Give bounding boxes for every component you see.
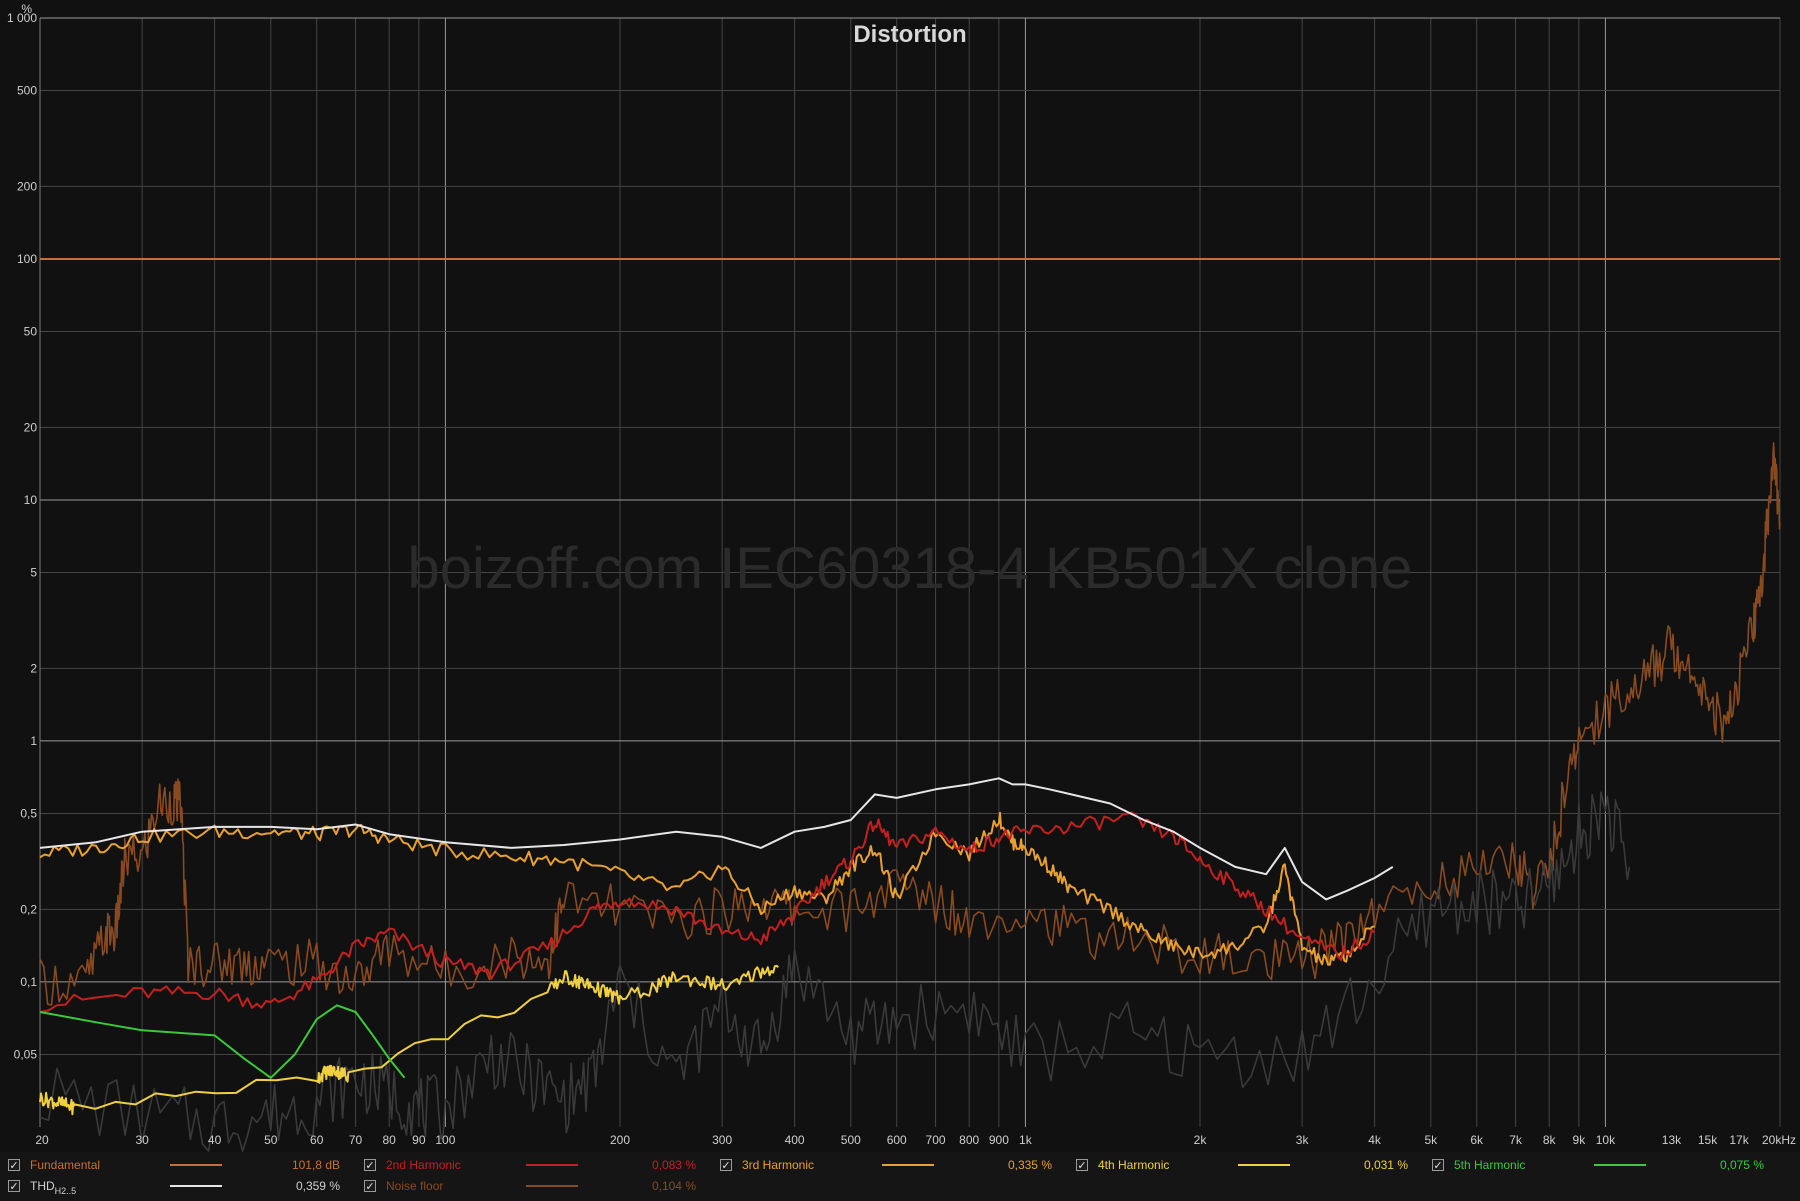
x-tick-label: 50 xyxy=(264,1133,278,1147)
5th-harmonic-line xyxy=(39,1004,406,1079)
x-tick-label: 17k xyxy=(1729,1133,1749,1147)
legend-label: Fundamental xyxy=(30,1158,101,1172)
legend-item-thd[interactable]: ✓ THDH2..5 0,359 % xyxy=(8,1176,340,1196)
legend-label: 5th Harmonic xyxy=(1454,1158,1526,1172)
legend-checkbox[interactable]: ✓ xyxy=(8,1180,20,1193)
legend-value: 0,083 % xyxy=(651,1158,696,1172)
legend-swatch xyxy=(170,1185,222,1187)
legend: ✓ Fundamental 101,8 dB ✓ 2nd Harmonic 0,083 %… xyxy=(0,1152,1800,1201)
x-tick-label: 13k xyxy=(1662,1133,1682,1147)
4th-harmonic-line xyxy=(39,964,779,1116)
legend-swatch xyxy=(1238,1164,1290,1166)
x-tick-label: 70 xyxy=(349,1133,363,1147)
legend-item-fundamental[interactable]: ✓ Fundamental 101,8 dB xyxy=(8,1155,340,1175)
legend-swatch xyxy=(170,1164,222,1166)
x-tick-label: 6k xyxy=(1470,1133,1484,1147)
legend-label: 2nd Harmonic xyxy=(386,1158,461,1172)
y-tick-label: 10 xyxy=(24,493,38,507)
legend-swatch xyxy=(526,1164,578,1166)
x-tick-label: 500 xyxy=(841,1133,861,1147)
thd-line xyxy=(39,777,1394,901)
legend-item-5th-harmonic[interactable]: ✓ 5th Harmonic 0,075 % xyxy=(1432,1155,1764,1175)
noise-floor-line xyxy=(39,442,1781,1006)
x-tick-label: 2k xyxy=(1194,1133,1208,1147)
x-tick-label: 800 xyxy=(959,1133,979,1147)
x-tick-label: 3k xyxy=(1296,1133,1310,1147)
legend-label: THDH2..5 xyxy=(30,1179,77,1196)
series-layer xyxy=(39,258,1781,1152)
x-tick-label: 10k xyxy=(1596,1133,1616,1147)
legend-value: 0,104 % xyxy=(651,1179,696,1193)
x-tick-label: 300 xyxy=(712,1133,732,1147)
y-unit-label: % xyxy=(21,2,32,16)
y-tick-label: 0,1 xyxy=(20,975,37,989)
y-tick-label: 200 xyxy=(17,179,37,193)
x-tick-label: 600 xyxy=(887,1133,907,1147)
legend-value: 0,359 % xyxy=(295,1179,340,1193)
x-tick-label: 30 xyxy=(135,1133,149,1147)
y-tick-label: 2 xyxy=(30,661,37,675)
y-tick-label: 50 xyxy=(24,325,38,339)
x-tick-label: 200 xyxy=(610,1133,630,1147)
legend-label-subscript: H2..5 xyxy=(54,1186,77,1196)
y-tick-label: 1 xyxy=(30,734,37,748)
x-tick-label: 60 xyxy=(310,1133,324,1147)
legend-value: 101,8 dB xyxy=(291,1158,340,1172)
x-tick-label: 90 xyxy=(412,1133,426,1147)
y-tick-label: 5 xyxy=(30,566,37,580)
y-tick-label: 0,2 xyxy=(20,902,37,916)
x-tick-label: 80 xyxy=(383,1133,397,1147)
legend-label: 3rd Harmonic xyxy=(742,1158,815,1172)
x-tick-label: 4k xyxy=(1368,1133,1382,1147)
chart-title: Distortion xyxy=(853,21,966,48)
legend-label: Noise floor xyxy=(386,1179,444,1193)
unlabeled-line xyxy=(39,791,1631,1152)
x-tick-label: 1k xyxy=(1019,1133,1033,1147)
legend-checkbox[interactable]: ✓ xyxy=(364,1159,376,1172)
legend-checkbox[interactable]: ✓ xyxy=(720,1159,732,1172)
x-tick-label: 900 xyxy=(989,1133,1009,1147)
legend-value: 0,031 % xyxy=(1363,1158,1408,1172)
y-tick-label: 500 xyxy=(17,84,37,98)
x-tick-label: 100 xyxy=(435,1133,455,1147)
legend-value: 0,335 % xyxy=(1007,1158,1052,1172)
legend-swatch xyxy=(882,1164,934,1166)
legend-checkbox[interactable]: ✓ xyxy=(364,1180,376,1193)
distortion-chart: 1 0005002001005020105210,50,20,10,0520 30… xyxy=(7,2,1796,1152)
legend-checkbox[interactable]: ✓ xyxy=(1076,1159,1088,1172)
x-tick-label: 15k xyxy=(1698,1133,1718,1147)
x-tick-label: 7k xyxy=(1509,1133,1523,1147)
legend-value: 0,075 % xyxy=(1719,1158,1764,1172)
legend-item-3rd-harmonic[interactable]: ✓ 3rd Harmonic 0,335 % xyxy=(720,1155,1052,1175)
y-tick-label: 0,5 xyxy=(20,806,37,820)
legend-checkbox[interactable]: ✓ xyxy=(8,1159,20,1172)
legend-item-4th-harmonic[interactable]: ✓ 4th Harmonic 0,031 % xyxy=(1076,1155,1408,1175)
y-tick-label: 0,05 xyxy=(14,1047,38,1061)
x-tick-label: 700 xyxy=(926,1133,946,1147)
legend-swatch xyxy=(1594,1164,1646,1166)
legend-swatch xyxy=(526,1185,578,1187)
legend-label: 4th Harmonic xyxy=(1098,1158,1170,1172)
legend-checkbox[interactable]: ✓ xyxy=(1432,1159,1444,1172)
legend-item-noise-floor[interactable]: ✓ Noise floor 0,104 % xyxy=(364,1176,696,1196)
y-tick-label: 20 xyxy=(24,420,38,434)
x-tick-label: 5k xyxy=(1424,1133,1438,1147)
watermark: boizoff.com IEC60318-4 KB501X clone xyxy=(408,536,1413,601)
x-tick-label: 9k xyxy=(1573,1133,1587,1147)
x-tick-label: 40 xyxy=(208,1133,222,1147)
y-tick-label: 100 xyxy=(17,252,37,266)
x-tick-label: 20 xyxy=(35,1133,49,1147)
x-tick-label: 20kHz xyxy=(1762,1133,1796,1147)
legend-item-2nd-harmonic[interactable]: ✓ 2nd Harmonic 0,083 % xyxy=(364,1155,696,1175)
x-tick-label: 400 xyxy=(785,1133,805,1147)
x-tick-label: 8k xyxy=(1543,1133,1557,1147)
